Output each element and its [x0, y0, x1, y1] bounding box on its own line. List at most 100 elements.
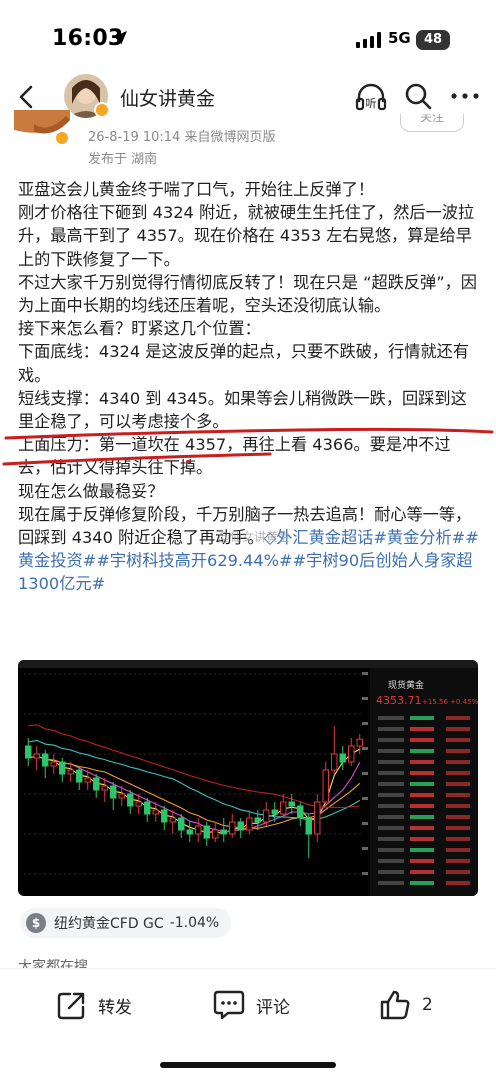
chart-toolbar [18, 660, 478, 668]
candle-body [331, 753, 338, 771]
battery-icon: 48 [416, 30, 450, 50]
signal-icon [356, 32, 381, 48]
candle-body [33, 753, 40, 759]
post-location: 发布于 湖南 [88, 152, 158, 167]
like-icon [380, 990, 410, 1020]
location-arrow-icon [113, 31, 127, 45]
price-chart-image[interactable]: 现货黄金 4353.71 +15.56 +0.45% [18, 660, 478, 896]
network-type: 5G [388, 29, 411, 47]
quote-row-value [446, 749, 470, 753]
quote-row-value [446, 727, 470, 731]
listen-label: 听 [366, 97, 377, 110]
candle-body [288, 801, 295, 807]
candle-body [237, 821, 244, 831]
candle-body [212, 829, 219, 839]
status-bar: 16:03 5G 48 [0, 0, 496, 72]
candle-body [314, 801, 321, 835]
candle-body [84, 777, 91, 783]
hashtag-link[interactable]: #宇树科技高开629.44%# [96, 551, 292, 570]
candle-body [297, 805, 304, 819]
price-axis-tick [362, 697, 368, 700]
quote-row-value [410, 881, 434, 885]
quote-row-label [378, 870, 404, 874]
quote-row-value [446, 716, 470, 720]
quote-row-value [446, 738, 470, 742]
quote-row-value [410, 716, 434, 720]
candle-body [101, 785, 108, 791]
comment-button[interactable]: 评论 [212, 989, 290, 1021]
candle-body [186, 829, 193, 835]
quote-row-value [410, 837, 434, 841]
quote-row-label [378, 738, 404, 742]
paragraph: 不过大家千万别觉得行情彻底反转了！现在只是 “超跌反弹”，因为上面中长期的均线还… [18, 272, 477, 316]
more-icon[interactable] [448, 84, 482, 108]
candle-body [280, 801, 287, 815]
paragraph: 亚盘这会儿黄金终于喘了口气，开始往上反弹了！ [18, 180, 375, 199]
price-axis-tick [362, 672, 368, 675]
listen-icon[interactable]: 听 [354, 80, 388, 114]
quote-change: +15.56 +0.45% [422, 698, 478, 706]
quote-row-label [378, 749, 404, 753]
quote-row-value [410, 782, 434, 786]
quote-row-value [410, 760, 434, 764]
quote-row-label [378, 771, 404, 775]
quote-row-value [410, 793, 434, 797]
candle-body [93, 777, 100, 791]
quote-row-value [410, 727, 434, 731]
quote-row-value [410, 870, 434, 874]
quote-row-value [446, 760, 470, 764]
price-axis-tick [362, 872, 368, 875]
candle-body [348, 745, 355, 763]
paragraph: 刚才价格往下砸到 4324 附近，就被硬生生托住了，然后一波拉升，最高干到了 4… [18, 203, 475, 269]
quote-row-value [446, 881, 470, 885]
paragraph: 现在怎么做最稳妥？ [18, 481, 164, 501]
like-button[interactable]: 2 [378, 989, 433, 1021]
candle-body [263, 809, 270, 823]
candle-body [271, 809, 278, 815]
repost-icon [57, 992, 85, 1020]
quote-row-value [446, 870, 470, 874]
quote-row-label [378, 804, 404, 808]
candle-body [110, 785, 117, 799]
candle-body [356, 738, 363, 747]
candle-body [339, 753, 346, 763]
dollar-icon: $ [26, 913, 46, 933]
quote-row-label [378, 859, 404, 863]
repost-label: 转发 [98, 997, 132, 1018]
quote-row-value [446, 837, 470, 841]
bottom-action-bar: 转发 评论 2 [0, 968, 496, 1044]
quote-row-label [378, 760, 404, 764]
paragraph: 接下来怎么看？盯紧这几个位置： [18, 319, 261, 339]
candle-body [42, 753, 49, 767]
paragraph-with-tags: 现在属于反弹修复阶段，千万别脑子一热去追高！耐心等一等，回踩到 4340 附近企… [18, 503, 480, 596]
hashtag-link[interactable]: #黄金分析# [373, 528, 465, 547]
candle-body [161, 809, 168, 823]
comment-icon [213, 990, 245, 1020]
super-topic-link[interactable]: 外汇黄金超话 [276, 528, 373, 547]
candlestick-chart: 现货黄金 4353.71 +15.56 +0.45% [24, 668, 478, 896]
follow-button[interactable]: 关注 [400, 114, 464, 132]
quote-row-value [446, 859, 470, 863]
price-axis-tick [362, 797, 368, 800]
stock-name: 纽约黄金CFD GC [54, 916, 164, 932]
price-axis-tick [362, 847, 368, 850]
quote-row-value [446, 826, 470, 830]
candle-body [76, 769, 83, 783]
candle-body [127, 793, 134, 807]
quote-row-label [378, 826, 404, 830]
quote-row-value [410, 804, 434, 808]
price-axis-tick [362, 747, 368, 750]
candle-body [152, 809, 159, 815]
like-count: 2 [422, 995, 433, 1015]
repost-button[interactable]: 转发 [56, 989, 132, 1021]
watermark: @仙女讲黄金 [218, 530, 291, 544]
quote-row-value [446, 793, 470, 797]
search-icon[interactable] [402, 80, 434, 112]
account-name[interactable]: 仙女讲黄金 [120, 84, 215, 111]
stock-tag[interactable]: $ 纽约黄金CFD GC -1.04% [20, 908, 232, 938]
candle-body [118, 793, 125, 799]
chevron-left-icon[interactable] [12, 82, 42, 112]
quote-row-value [446, 848, 470, 852]
candle-body [144, 801, 151, 815]
candle-body [178, 817, 185, 831]
